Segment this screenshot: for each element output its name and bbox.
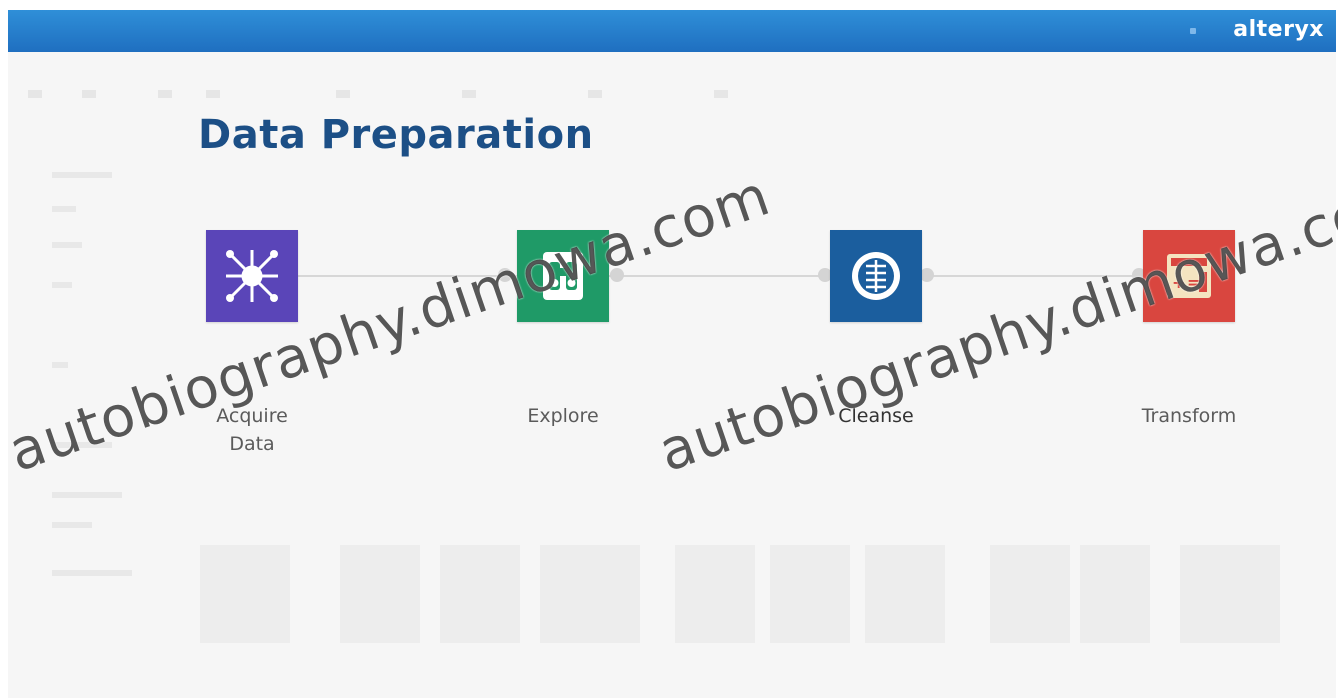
faint-sidebar-decoration	[52, 172, 142, 592]
connector-anchor-dot	[610, 268, 624, 282]
brand-square-icon	[1190, 28, 1196, 34]
binoculars-icon	[543, 252, 583, 300]
network-hub-icon	[226, 250, 278, 302]
connector-anchor-dot	[920, 268, 934, 282]
slide-title: Data Preparation	[198, 112, 594, 158]
tool-label-transform: Transform	[1141, 405, 1237, 427]
tool-cleanse[interactable]	[830, 230, 922, 322]
svg-text:=: =	[1187, 273, 1200, 292]
tool-transform[interactable]: + =	[1143, 230, 1235, 322]
tool-label-explore: Explore	[527, 405, 599, 427]
calculator-icon: + =	[1167, 254, 1211, 298]
brand-logo: alteryx	[1233, 17, 1324, 42]
svg-text:+: +	[1172, 273, 1185, 292]
data-cleanse-icon	[852, 252, 900, 300]
tool-explore[interactable]	[517, 230, 609, 322]
faint-toolbar-decoration	[18, 90, 738, 100]
tool-acquire-data[interactable]	[206, 230, 298, 322]
connector-anchor-dot	[498, 268, 512, 282]
tool-label-acquire-data: Acquire Data	[216, 405, 288, 455]
tool-label-cleanse: Cleanse	[838, 405, 914, 427]
workflow-connector-line	[296, 275, 1144, 277]
top-header-bar: alteryx	[8, 10, 1336, 52]
faint-footer-cards	[190, 545, 1290, 645]
